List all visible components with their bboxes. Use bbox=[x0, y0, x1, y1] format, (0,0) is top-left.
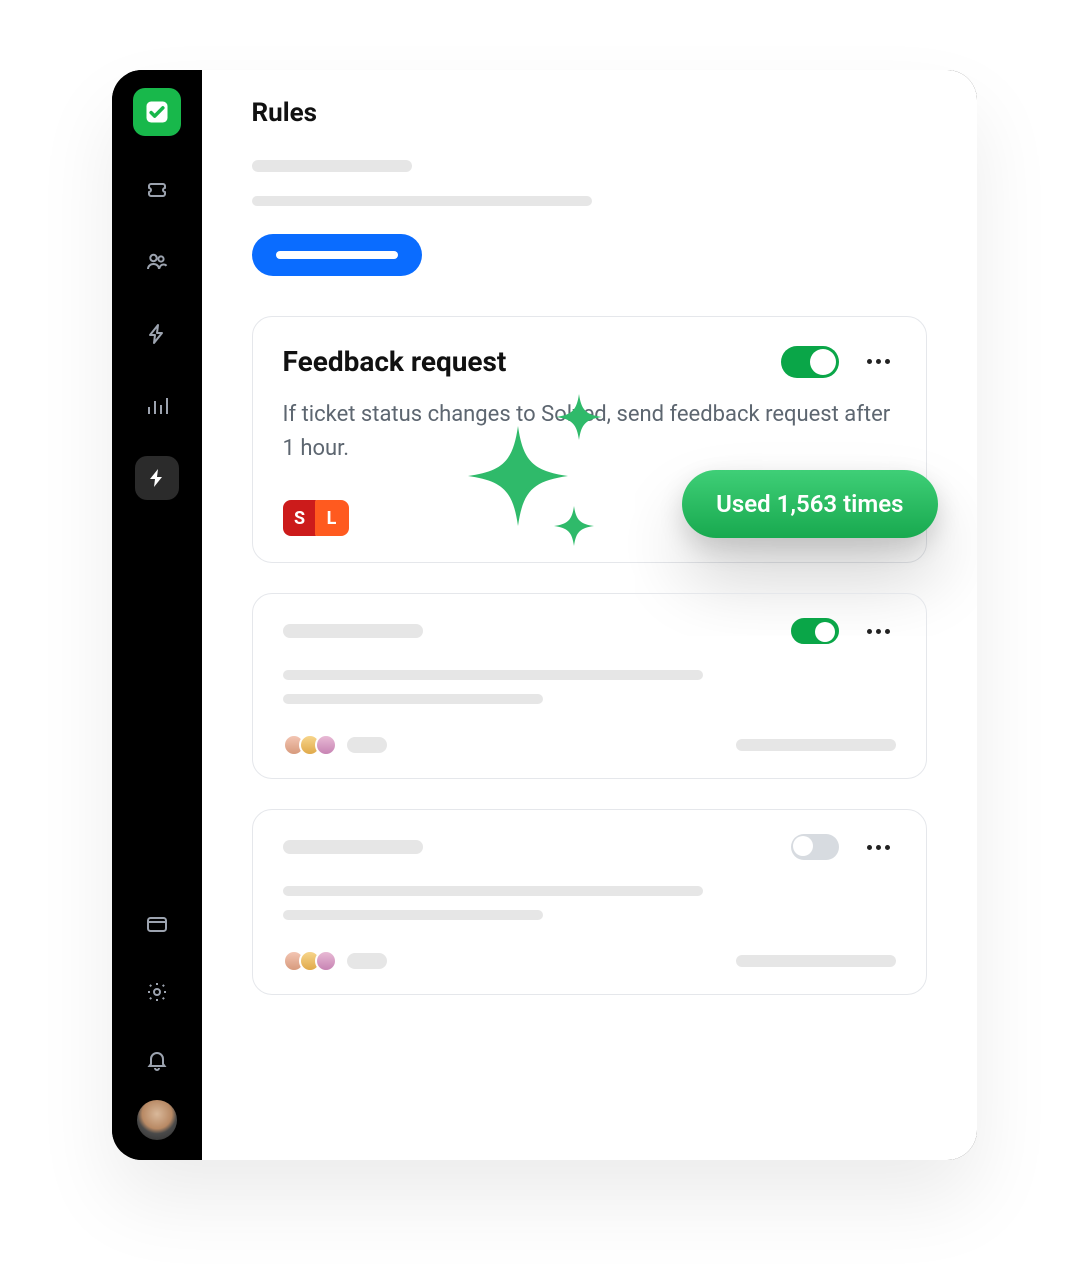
rule-description: If ticket status changes to Solved, send… bbox=[283, 398, 896, 466]
placeholder-line bbox=[736, 955, 896, 967]
main-content: Rules Feedback request If ticket status … bbox=[202, 70, 977, 1160]
assignees bbox=[283, 950, 387, 972]
assignees bbox=[283, 734, 387, 756]
rule-tags: S L bbox=[283, 500, 349, 536]
rule-title-placeholder bbox=[283, 624, 423, 638]
rule-title: Feedback request bbox=[283, 345, 507, 378]
ticket-icon[interactable] bbox=[135, 168, 179, 212]
placeholder-line bbox=[283, 694, 543, 704]
avatar bbox=[315, 734, 337, 756]
rule-toggle[interactable] bbox=[791, 834, 839, 860]
placeholder-line bbox=[736, 739, 896, 751]
user-avatar[interactable] bbox=[137, 1100, 177, 1140]
placeholder-line bbox=[283, 910, 543, 920]
contacts-icon[interactable] bbox=[135, 240, 179, 284]
placeholder-line bbox=[283, 670, 703, 680]
rule-card[interactable] bbox=[252, 809, 927, 995]
placeholder-chip bbox=[347, 953, 387, 969]
rule-toggle[interactable] bbox=[781, 346, 839, 378]
bolt-outline-icon[interactable] bbox=[135, 312, 179, 356]
rule-card[interactable] bbox=[252, 593, 927, 779]
page-title: Rules bbox=[252, 98, 927, 128]
placeholder-line bbox=[252, 160, 412, 172]
more-icon[interactable] bbox=[861, 623, 896, 640]
more-icon[interactable] bbox=[861, 839, 896, 856]
more-icon[interactable] bbox=[861, 353, 896, 370]
app-frame: Rules Feedback request If ticket status … bbox=[112, 70, 977, 1160]
rule-toggle[interactable] bbox=[791, 618, 839, 644]
sidebar bbox=[112, 70, 202, 1160]
usage-badge: Used 1,563 times bbox=[682, 470, 937, 538]
placeholder-chip bbox=[347, 737, 387, 753]
avatar bbox=[315, 950, 337, 972]
rule-card[interactable]: Feedback request If ticket status change… bbox=[252, 316, 927, 563]
tag-badge: L bbox=[315, 500, 349, 536]
billing-icon[interactable] bbox=[135, 902, 179, 946]
rule-title-placeholder bbox=[283, 840, 423, 854]
app-logo[interactable] bbox=[132, 88, 182, 138]
settings-icon[interactable] bbox=[135, 970, 179, 1014]
notifications-icon[interactable] bbox=[135, 1038, 179, 1082]
primary-action-button[interactable] bbox=[252, 234, 422, 276]
tag-badge: S bbox=[283, 500, 317, 536]
placeholder-line bbox=[283, 886, 703, 896]
placeholder-line bbox=[252, 196, 592, 206]
analytics-icon[interactable] bbox=[135, 384, 179, 428]
automation-icon[interactable] bbox=[135, 456, 179, 500]
